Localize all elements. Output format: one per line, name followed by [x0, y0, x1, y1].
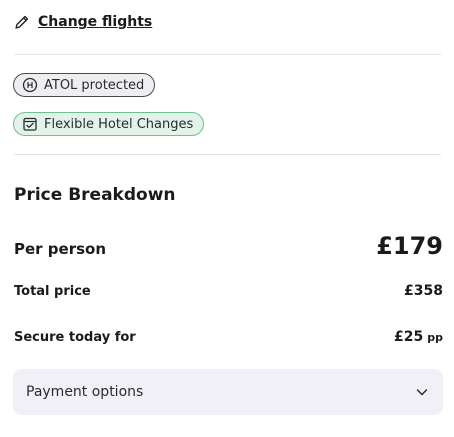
pencil-icon [15, 15, 29, 29]
payment-options-dropdown[interactable]: Payment options [13, 369, 443, 415]
secure-today-row: Secure today for £25 pp [14, 326, 443, 345]
payment-options-label: Payment options [26, 384, 144, 400]
price-panel: Change flights ATOL protected Flexible H… [0, 0, 454, 437]
total-price-value: £358 [404, 283, 443, 299]
total-price-label: Total price [14, 284, 91, 299]
divider [14, 154, 441, 155]
change-flights-link[interactable]: Change flights [14, 14, 152, 30]
atol-badge-label: ATOL protected [44, 77, 145, 93]
atol-icon [22, 77, 38, 93]
divider [14, 54, 441, 55]
per-person-label: Per person [14, 240, 107, 258]
secure-today-label: Secure today for [14, 330, 136, 345]
secure-today-value: £25 [394, 329, 424, 345]
flexible-hotel-badge: Flexible Hotel Changes [13, 112, 205, 136]
total-price-row: Total price £358 [14, 283, 443, 299]
price-breakdown-title: Price Breakdown [14, 185, 176, 205]
per-person-suffix: pp [427, 331, 443, 344]
per-person-row: Per person £179 [14, 232, 443, 260]
calendar-check-icon [23, 117, 37, 131]
chevron-down-icon [416, 389, 428, 396]
per-person-price: £179 [376, 232, 443, 260]
atol-badge: ATOL protected [13, 73, 156, 97]
secure-today-price: £25 pp [394, 326, 443, 345]
change-flights-label[interactable]: Change flights [38, 14, 152, 30]
flexible-hotel-badge-label: Flexible Hotel Changes [44, 116, 194, 132]
